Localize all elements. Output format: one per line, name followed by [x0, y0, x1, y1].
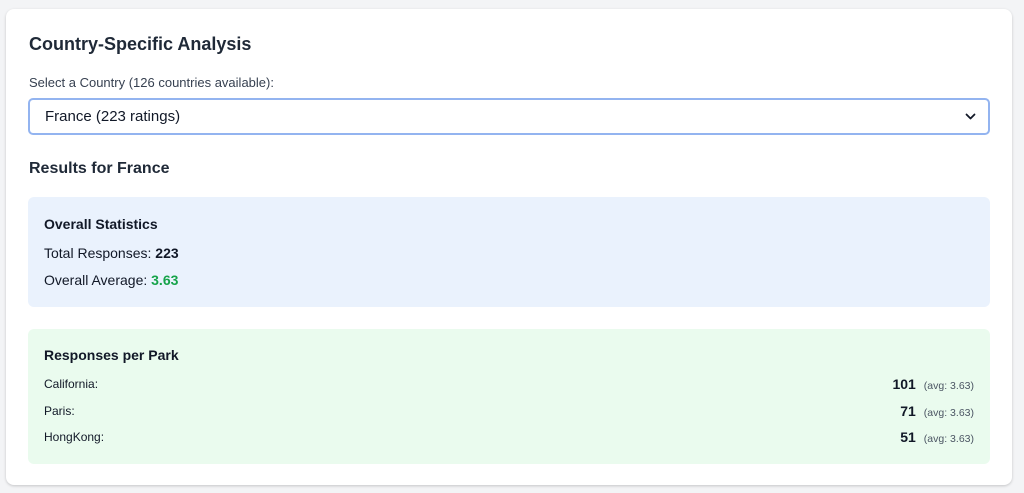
park-name: Paris:: [44, 404, 75, 418]
chevron-down-icon: [964, 111, 976, 123]
park-avg: (avg: 3.63): [923, 380, 974, 392]
overall-average-line: Overall Average: 3.63: [44, 272, 178, 288]
responses-per-park-panel: Responses per Park California: 101 (avg:…: [28, 329, 990, 464]
park-avg: (avg: 3.63): [923, 433, 974, 445]
park-row: Paris: 71 (avg: 3.63): [44, 401, 974, 421]
responses-per-park-heading: Responses per Park: [44, 347, 179, 363]
total-responses-value: 223: [155, 245, 179, 261]
park-row: HongKong: 51 (avg: 3.63): [44, 427, 974, 447]
overall-statistics-panel: Overall Statistics Total Responses: 223 …: [28, 197, 990, 307]
park-count: 101: [892, 376, 916, 392]
park-avg: (avg: 3.63): [923, 407, 974, 419]
country-analysis-card: Country-Specific Analysis Select a Count…: [6, 9, 1012, 485]
country-select-label: Select a Country (126 countries availabl…: [29, 75, 274, 90]
park-name: California:: [44, 377, 99, 391]
country-select[interactable]: France (223 ratings): [28, 98, 990, 135]
park-row: California: 101 (avg: 3.63): [44, 374, 974, 394]
overall-average-label: Overall Average:: [44, 272, 148, 288]
total-responses-line: Total Responses: 223: [44, 245, 179, 261]
park-count: 71: [900, 403, 916, 419]
section-title: Country-Specific Analysis: [29, 34, 252, 54]
park-count: 51: [900, 429, 916, 445]
results-title: Results for France: [29, 160, 170, 177]
park-name: HongKong:: [44, 430, 105, 444]
country-select-value: France (223 ratings): [45, 108, 181, 125]
overall-average-value: 3.63: [151, 272, 179, 288]
total-responses-label: Total Responses:: [44, 245, 152, 261]
overall-statistics-heading: Overall Statistics: [44, 216, 158, 232]
